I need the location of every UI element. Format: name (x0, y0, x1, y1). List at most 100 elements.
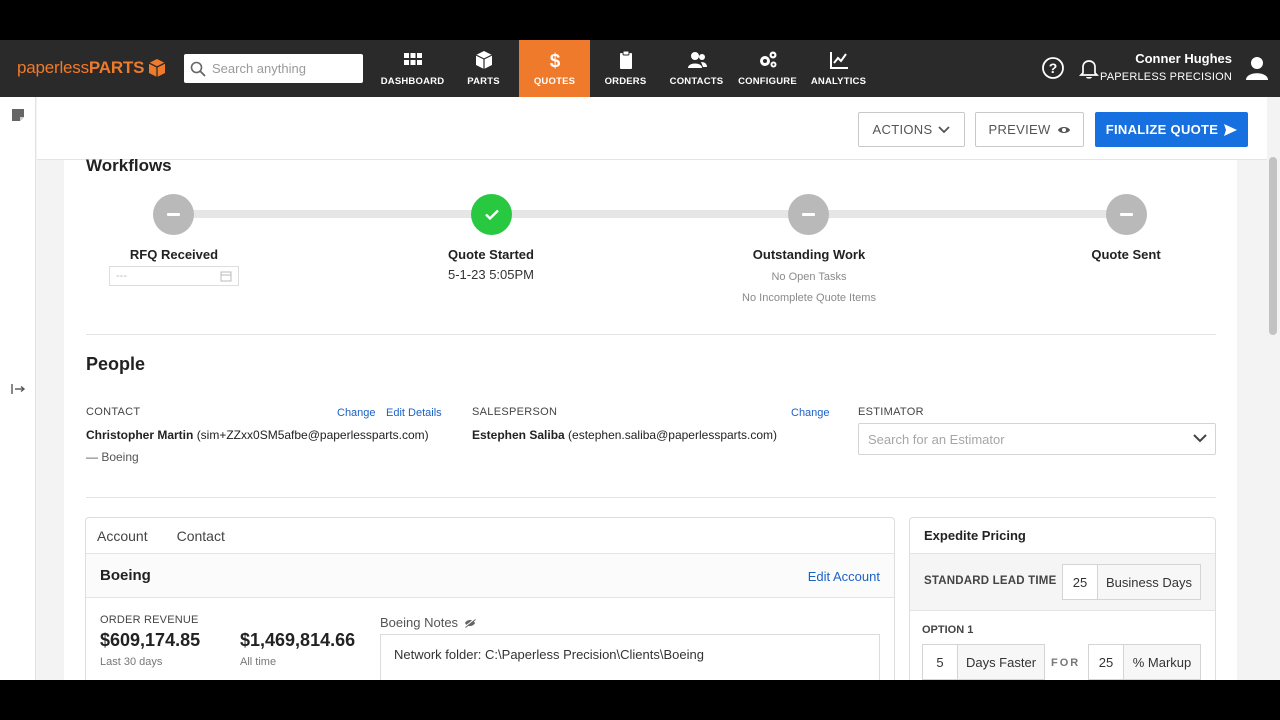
expedite-pricing-title: Expedite Pricing (910, 518, 1215, 554)
change-contact-link[interactable]: Change (337, 407, 376, 419)
svg-text:$: $ (549, 51, 560, 70)
expand-panel-icon[interactable] (10, 381, 26, 397)
estimator-select[interactable]: Search for an Estimator (858, 423, 1216, 455)
account-panel: Account Contact Boeing Edit Account ORDE… (85, 517, 895, 680)
nav-label: CONTACTS (669, 76, 724, 87)
contact-email: (sim+ZZxx0SM5afbe@paperlessparts.com) (196, 428, 429, 442)
letterbox-top (0, 0, 1280, 40)
step-quote-sent-label: Quote Sent (1091, 247, 1161, 262)
step-outstanding-work-label: Outstanding Work (752, 247, 866, 262)
user-name: Conner Hughes (1135, 51, 1232, 66)
box-icon (475, 51, 492, 69)
eye-icon (1057, 126, 1070, 133)
option-1-markup-input[interactable]: 25 (1088, 644, 1124, 680)
nav-label: CONFIGURE (738, 76, 797, 87)
date-placeholder: --- (116, 270, 127, 282)
nav-analytics[interactable]: ANALYTICS (803, 40, 874, 97)
cube-logo-icon (148, 59, 166, 77)
expedite-pricing-panel: Expedite Pricing STANDARD LEAD TIME 25 B… (909, 517, 1216, 680)
search-input[interactable] (212, 61, 352, 76)
account-notes-header: Boeing Notes (380, 615, 476, 630)
avatar-icon[interactable] (1244, 55, 1270, 81)
global-search[interactable] (184, 54, 363, 83)
estimator-placeholder: Search for an Estimator (868, 431, 1005, 447)
minus-icon (802, 213, 815, 216)
preview-button[interactable]: PREVIEW (975, 112, 1084, 147)
change-salesperson-link[interactable]: Change (791, 407, 830, 419)
account-notes-text[interactable]: Network folder: C:\Paperless Precision\C… (380, 634, 880, 680)
nav-parts[interactable]: PARTS (448, 40, 519, 97)
section-divider (86, 334, 1216, 335)
nav-contacts[interactable]: CONTACTS (661, 40, 732, 97)
salesperson-name: Estephen Saliba (472, 428, 565, 442)
revenue-all-time: $1,469,814.66 (240, 630, 356, 650)
nav-configure[interactable]: CONFIGURE (732, 40, 803, 97)
standard-lead-time-unit: Business Days (1097, 564, 1201, 600)
user-menu[interactable]: Conner Hughes PAPERLESS PRECISION (1100, 51, 1232, 83)
nav-label: QUOTES (533, 76, 576, 87)
dollar-icon: $ (549, 51, 560, 70)
step-quote-sent-indicator[interactable] (1106, 194, 1147, 235)
revenue-30-days: $609,174.85 (100, 630, 201, 650)
step-outstanding-work-indicator[interactable] (788, 194, 829, 235)
option-1-days-input[interactable]: 5 (922, 644, 958, 680)
users-icon (687, 52, 707, 68)
edit-account-link[interactable]: Edit Account (808, 569, 880, 584)
svg-text:?: ? (1049, 60, 1058, 76)
finalize-quote-button[interactable]: FINALIZE QUOTE (1095, 112, 1248, 147)
nav-label: ANALYTICS (810, 76, 867, 87)
open-tasks-note: No Open Tasks (771, 271, 847, 283)
rfq-received-date-input[interactable]: --- (109, 266, 239, 286)
workflows-title: Workflows (86, 156, 172, 175)
contact-person: Christopher Martin (sim+ZZxx0SM5afbe@pap… (86, 428, 429, 442)
for-label: FOR (1051, 657, 1081, 669)
account-header: Boeing Edit Account (86, 554, 894, 598)
app-window: paperlessPARTS DASHBOARD PARTS $ QUOTES … (0, 40, 1280, 680)
account-name: Boeing (100, 567, 151, 584)
clipboard-icon (619, 50, 632, 69)
letterbox-bottom (0, 680, 1280, 720)
option-1-markup-unit: % Markup (1123, 644, 1201, 680)
user-company: PAPERLESS PRECISION (1100, 71, 1232, 83)
contact-label: CONTACT (86, 406, 141, 418)
contact-name: Christopher Martin (86, 428, 194, 442)
option-1-label: OPTION 1 (922, 624, 974, 636)
line-chart-icon (829, 52, 848, 69)
revenue-all-time-label: All time (240, 656, 277, 668)
nav-label: PARTS (467, 76, 500, 87)
actions-label: ACTIONS (872, 122, 933, 137)
section-divider (86, 497, 1216, 498)
order-revenue-label: ORDER REVENUE (100, 614, 199, 626)
page-scrollbar-thumb[interactable] (1269, 157, 1277, 335)
help-icon[interactable]: ? (1041, 56, 1065, 80)
sticky-note-icon[interactable] (10, 107, 26, 123)
left-rail (0, 97, 36, 680)
nav-dashboard[interactable]: DASHBOARD (377, 40, 448, 97)
edit-contact-details-link[interactable]: Edit Details (386, 407, 442, 419)
step-rfq-received-indicator[interactable] (153, 194, 194, 235)
salesperson-person: Estephen Saliba (estephen.saliba@paperle… (472, 428, 777, 442)
grid-icon (403, 53, 422, 65)
eye-slash-icon[interactable] (464, 617, 476, 628)
quote-started-date: 5-1-23 5:05PM (448, 267, 534, 282)
brand-text-2: PARTS (88, 58, 145, 77)
step-quote-started-indicator[interactable] (471, 194, 512, 235)
standard-lead-time-input[interactable]: 25 (1062, 564, 1098, 600)
incomplete-items-note: No Incomplete Quote Items (742, 292, 876, 304)
gears-icon (759, 51, 776, 68)
tab-account[interactable]: Account (97, 528, 148, 544)
brand-logo[interactable]: paperless PARTS (17, 58, 167, 78)
bell-icon[interactable] (1077, 56, 1101, 80)
step-rfq-received-label: RFQ Received (129, 247, 219, 262)
estimator-label: ESTIMATOR (858, 406, 924, 418)
tab-contact[interactable]: Contact (177, 528, 225, 544)
send-icon (1224, 123, 1238, 136)
workflow-progress-track (174, 210, 1126, 218)
finalize-label: FINALIZE QUOTE (1105, 122, 1219, 137)
brand-text-1: paperless (17, 58, 89, 77)
salesperson-label: SALESPERSON (472, 406, 558, 418)
actions-button[interactable]: ACTIONS (858, 112, 965, 147)
minus-icon (167, 213, 180, 216)
nav-orders[interactable]: ORDERS (590, 40, 661, 97)
nav-quotes[interactable]: $ QUOTES (519, 40, 590, 97)
